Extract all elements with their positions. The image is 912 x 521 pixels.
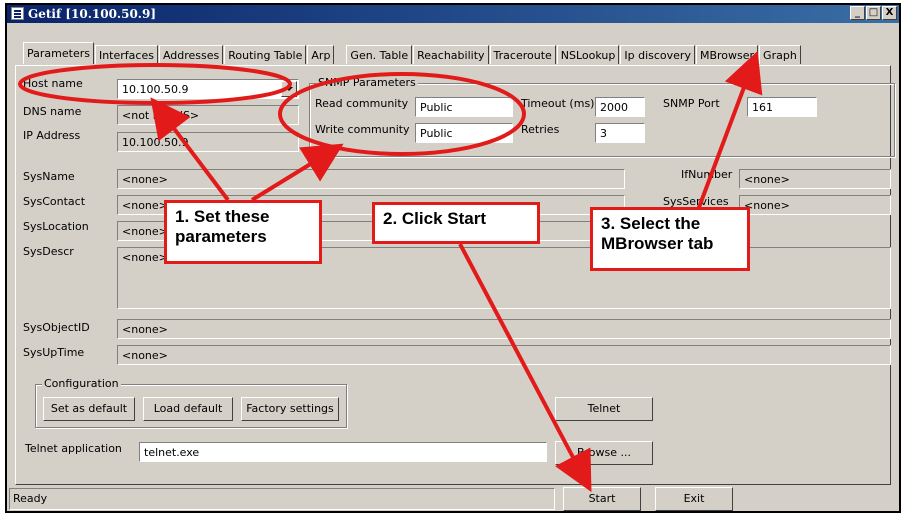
snmp-parameters-group: SNMP Parameters (309, 76, 895, 157)
telnet-application-input[interactable]: telnet.exe (139, 442, 547, 462)
callout-select-mbrowser-line1: 3. Select the (601, 214, 701, 233)
host-name-combo[interactable]: 10.100.50.9 (117, 79, 299, 99)
read-community-label: Read community (315, 97, 409, 110)
read-community-input[interactable]: Public (415, 97, 513, 117)
telnet-button[interactable]: Telnet (555, 397, 653, 421)
ifnumber-field: <none> (739, 169, 891, 189)
sysobjectid-field: <none> (117, 319, 891, 339)
exit-button[interactable]: Exit (655, 487, 733, 511)
dns-name-field: <not in DNS> (117, 105, 299, 125)
host-name-dropdown-arrow[interactable] (281, 81, 297, 97)
tab-nslookup[interactable]: NSLookup (556, 45, 620, 64)
app-icon (11, 7, 24, 20)
host-name-label: Host name (23, 77, 83, 90)
dns-name-label: DNS name (23, 105, 82, 118)
tab-ip-discovery[interactable]: Ip discovery (620, 45, 695, 64)
snmp-group-title: SNMP Parameters (316, 76, 418, 89)
title-bar: Getif [10.100.50.9] _ □ X (7, 5, 899, 23)
retries-label: Retries (521, 123, 560, 136)
status-bar: Ready (9, 488, 555, 510)
syslocation-label: SysLocation (23, 220, 89, 233)
tab-mbrowser[interactable]: MBrowser (695, 45, 759, 64)
callout-select-mbrowser-line2: MBrowser tab (601, 234, 714, 253)
sysuptime-label: SysUpTime (23, 346, 85, 359)
callout-set-parameters-line1: 1. Set these (175, 207, 270, 226)
load-default-button[interactable]: Load default (143, 397, 233, 421)
tab-graph[interactable]: Graph (759, 45, 801, 64)
close-button[interactable]: X (882, 6, 897, 20)
callout-set-parameters-line2: parameters (175, 227, 267, 246)
snmp-port-input[interactable]: 161 (747, 97, 817, 117)
telnet-application-label: Telnet application (25, 442, 122, 455)
tab-interfaces[interactable]: Interfaces (94, 45, 158, 64)
configuration-group-title: Configuration (42, 377, 121, 390)
sysdescr-label: SysDescr (23, 245, 74, 258)
sysservices-field: <none> (739, 195, 891, 215)
sysname-label: SysName (23, 170, 75, 183)
start-button[interactable]: Start (563, 487, 641, 511)
callout-click-start: 2. Click Start (372, 202, 540, 244)
ip-address-field: 10.100.50.9 (117, 132, 299, 152)
timeout-label: Timeout (ms) (521, 97, 595, 110)
tab-addresses[interactable]: Addresses (158, 45, 224, 64)
callout-click-start-text: 2. Click Start (383, 209, 486, 228)
tab-strip: Parameters Interfaces Addresses Routing … (23, 42, 802, 65)
write-community-input[interactable]: Public (415, 123, 513, 143)
tab-parameters[interactable]: Parameters (23, 42, 94, 64)
ip-address-label: IP Address (23, 129, 81, 142)
tab-arp[interactable]: Arp (307, 45, 335, 64)
timeout-input[interactable]: 2000 (595, 97, 645, 117)
syscontact-label: SysContact (23, 195, 86, 208)
minimize-button[interactable]: _ (850, 6, 865, 20)
tab-gen-table[interactable]: Gen. Table (346, 45, 413, 64)
window-controls: _ □ X (850, 6, 897, 20)
window-title: Getif [10.100.50.9] (28, 7, 157, 21)
sysuptime-field: <none> (117, 345, 891, 365)
snmp-port-label: SNMP Port (663, 97, 720, 110)
callout-set-parameters: 1. Set these parameters (164, 200, 322, 264)
app-window: Getif [10.100.50.9] _ □ X Parameters Int… (5, 3, 901, 513)
browse-button[interactable]: Browse ... (555, 441, 653, 465)
write-community-label: Write community (315, 123, 410, 136)
tab-traceroute[interactable]: Traceroute (489, 45, 556, 64)
ifnumber-label: IfNumber (681, 168, 733, 181)
maximize-button[interactable]: □ (866, 6, 881, 20)
sysobjectid-label: SysObjectID (23, 321, 90, 334)
sysname-field: <none> (117, 169, 625, 189)
callout-select-mbrowser: 3. Select the MBrowser tab (590, 207, 750, 271)
retries-input[interactable]: 3 (595, 123, 645, 143)
tab-routing-table[interactable]: Routing Table (224, 45, 307, 64)
set-as-default-button[interactable]: Set as default (43, 397, 135, 421)
tab-reachability[interactable]: Reachability (413, 45, 489, 64)
factory-settings-button[interactable]: Factory settings (241, 397, 339, 421)
